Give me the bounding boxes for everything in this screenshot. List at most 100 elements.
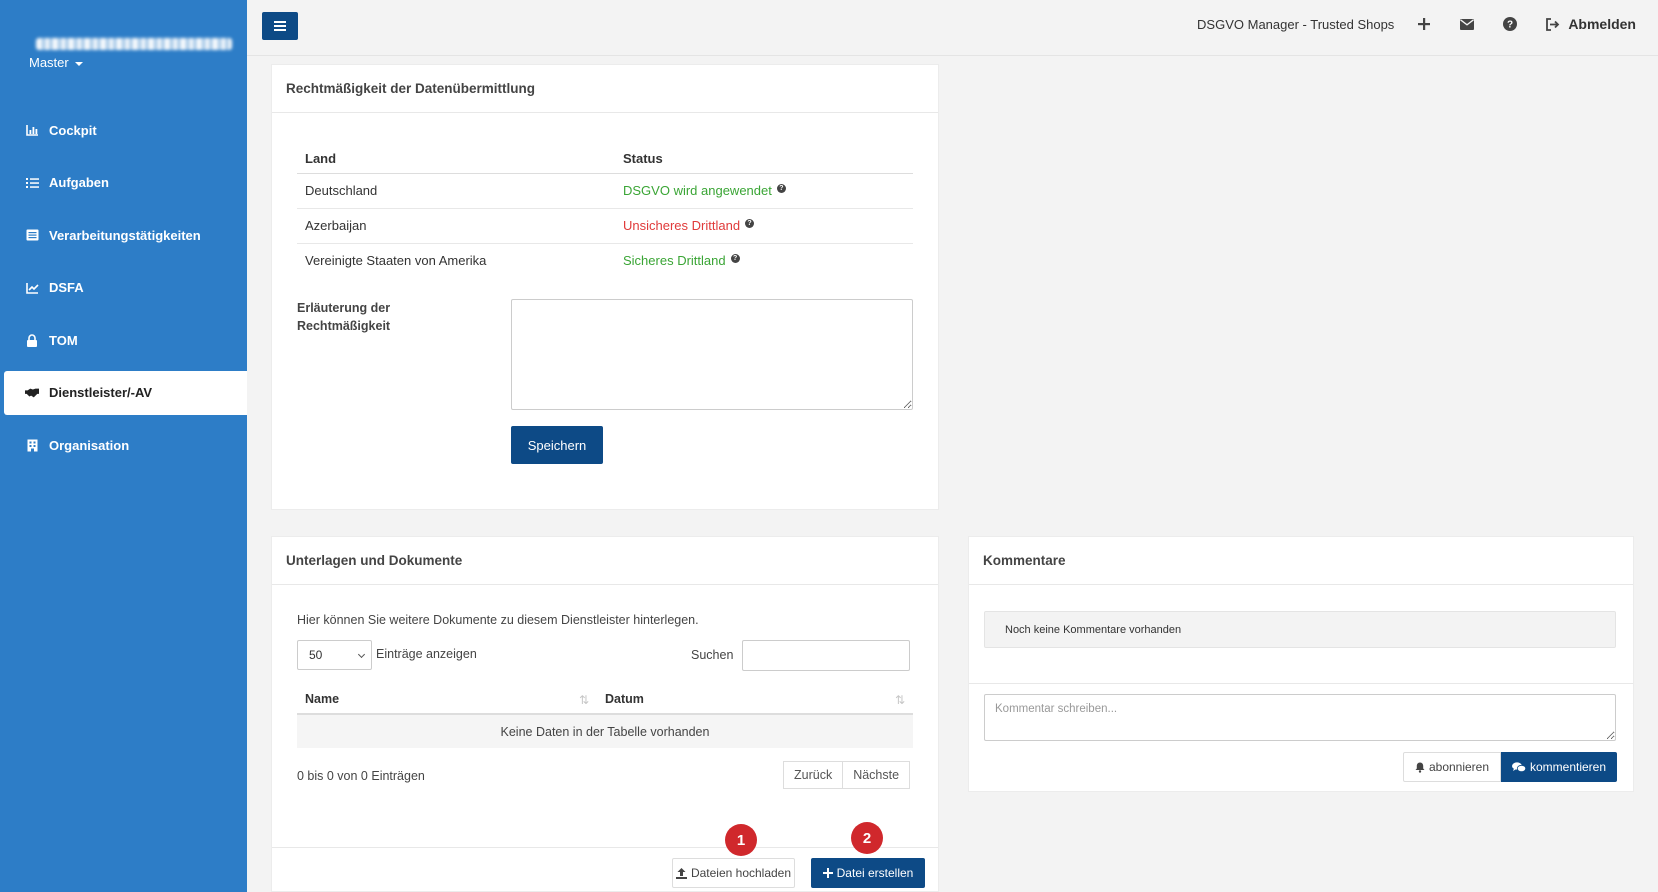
create-file-button[interactable]: Datei erstellen: [811, 858, 925, 888]
table-row: Deutschland DSGVO wird angewendet?: [297, 173, 913, 209]
list-alt-icon: [25, 228, 39, 242]
sidebar-item-aufgaben[interactable]: Aufgaben: [0, 161, 247, 205]
chart-line-icon: [25, 281, 39, 295]
logout-link[interactable]: Abmelden: [1545, 16, 1636, 32]
column-header-name[interactable]: Name ⇅: [297, 685, 597, 715]
save-button[interactable]: Speichern: [511, 426, 603, 464]
explanation-textarea[interactable]: [511, 299, 913, 410]
sign-out-icon: [1546, 17, 1560, 31]
bell-icon: [1415, 762, 1425, 773]
topbar: DSGVO Manager - Trusted Shops ? Abmelden: [247, 0, 1658, 56]
step-badge: 2: [851, 822, 883, 854]
sidebar-item-cockpit[interactable]: Cockpit: [0, 108, 247, 152]
column-header-label: Datum: [605, 692, 644, 706]
sidebar-item-dsfa[interactable]: DSFA: [0, 266, 247, 310]
table-row: Vereinigte Staaten von Amerika Sicheres …: [297, 243, 913, 278]
panel-footer-divider: [272, 847, 938, 848]
lock-icon: [25, 333, 39, 347]
column-header-label: Name: [305, 692, 340, 706]
country-cell: Vereinigte Staaten von Amerika: [305, 253, 487, 269]
search-input[interactable]: [742, 640, 910, 671]
page-size-select[interactable]: 50: [297, 640, 372, 670]
status-cell: Sicheres Drittland: [623, 253, 726, 269]
help-icon[interactable]: ?: [1502, 16, 1518, 32]
step-badge: 1: [725, 824, 757, 856]
question-icon[interactable]: ?: [776, 183, 786, 193]
status-cell: DSGVO wird angewendet: [623, 183, 772, 198]
page-size-value: 50: [309, 648, 323, 662]
sidebar-nav: Cockpit Aufgaben Verarbeitungstätigkeite…: [0, 108, 247, 476]
status-cell: Unsicheres Drittland: [623, 218, 741, 233]
sidebar-item-label: Organisation: [49, 437, 130, 453]
sidebar-item-label: Cockpit: [49, 122, 97, 138]
plus-icon[interactable]: [1416, 16, 1432, 32]
comment-button[interactable]: kommentieren: [1501, 752, 1617, 782]
chevron-down-icon: [357, 650, 366, 659]
entries-label: Einträge anzeigen: [376, 647, 477, 661]
upload-icon: [675, 867, 687, 879]
pagination: Zurück Nächste: [783, 761, 911, 789]
caret-down-icon: [74, 61, 83, 66]
sort-icon: ⇅: [578, 693, 589, 707]
building-icon: [25, 438, 39, 452]
comment-input[interactable]: [984, 694, 1616, 741]
comments-divider: [969, 683, 1633, 684]
subscribe-button[interactable]: abonnieren: [1403, 752, 1501, 782]
documents-description: Hier können Sie weitere Dokumente zu die…: [297, 613, 699, 627]
sidebar-item-tom[interactable]: TOM: [0, 318, 247, 362]
sort-icon: ⇅: [894, 693, 905, 707]
comment-label: kommentieren: [1529, 760, 1607, 774]
sidebar: Master Cockpit Aufgaben Verarbeitungstät…: [0, 0, 247, 892]
explanation-label: Erläuterung der Rechtmäßigkeit: [297, 301, 391, 333]
task-list-icon: [25, 176, 39, 190]
column-header-land: Land: [297, 145, 615, 174]
svg-text:?: ?: [1507, 20, 1513, 31]
question-icon[interactable]: ?: [745, 218, 755, 228]
sidebar-item-dienstleister[interactable]: Dienstleister/-AV: [4, 370, 247, 415]
table-info: 0 bis 0 von 0 Einträgen: [297, 769, 425, 783]
empty-table-message: Keine Daten in der Tabelle vorhanden: [297, 714, 913, 748]
country-status-table: Land Status Deutschland DSGVO wird angew…: [297, 145, 913, 278]
table-row: Azerbaijan Unsicheres Drittland?: [297, 208, 913, 244]
column-header-datum[interactable]: Datum ⇅: [597, 685, 913, 715]
envelope-icon[interactable]: [1459, 16, 1475, 32]
blurred-user-name: [36, 38, 232, 50]
comments-icon: [1511, 761, 1526, 772]
account-label: Master: [29, 55, 69, 70]
table-row: Keine Daten in der Tabelle vorhanden: [297, 714, 913, 748]
menu-toggle-button[interactable]: [262, 12, 298, 40]
legality-panel: Rechtmäßigkeit der Datenübermittlung Lan…: [271, 64, 939, 510]
sidebar-item-organisation[interactable]: Organisation: [0, 423, 247, 467]
chart-bar-icon: [25, 123, 39, 137]
sidebar-item-label: DSFA: [49, 280, 84, 295]
panel-title: Rechtmäßigkeit der Datenübermittlung: [272, 65, 938, 113]
topbar-actions: DSGVO Manager - Trusted Shops ? Abmelden: [1197, 16, 1636, 32]
comments-panel: Kommentare Noch keine Kommentare vorhand…: [968, 536, 1634, 792]
logout-label: Abmelden: [1568, 16, 1636, 32]
prev-page-button[interactable]: Zurück: [783, 761, 844, 789]
handshake-icon: [25, 386, 39, 400]
documents-table: Name ⇅ Datum ⇅ Keine Daten in der Tabelle …: [297, 685, 913, 748]
create-file-label: Datei erstellen: [836, 866, 914, 880]
plus-icon: [822, 868, 833, 878]
subscribe-label: abonnieren: [1428, 760, 1490, 774]
account-switcher[interactable]: Master: [29, 55, 83, 70]
documents-panel: Unterlagen und Dokumente Hier können Sie…: [271, 536, 939, 892]
country-cell: Deutschland: [297, 173, 615, 209]
upload-files-label: Dateien hochladen: [690, 866, 792, 880]
sidebar-item-label: Verarbeitungstätigkeiten: [49, 227, 201, 243]
panel-title: Kommentare: [969, 537, 1633, 585]
sidebar-item-label: Aufgaben: [49, 175, 109, 190]
country-cell: Azerbaijan: [297, 208, 615, 244]
question-icon[interactable]: ?: [730, 253, 740, 263]
hamburger-icon: [274, 21, 286, 31]
next-page-button[interactable]: Nächste: [843, 761, 911, 789]
no-comments-message: Noch keine Kommentare vorhanden: [984, 611, 1616, 648]
sidebar-item-label: TOM: [49, 332, 78, 348]
sidebar-item-label: Dienstleister/-AV: [49, 385, 153, 400]
app-title: DSGVO Manager - Trusted Shops: [1197, 16, 1395, 32]
upload-files-button[interactable]: Dateien hochladen: [672, 858, 795, 888]
column-header-status: Status: [615, 145, 913, 174]
search-label: Suchen: [691, 648, 734, 662]
sidebar-item-verarbeitungstaetigkeiten[interactable]: Verarbeitungstätigkeiten: [0, 213, 247, 257]
